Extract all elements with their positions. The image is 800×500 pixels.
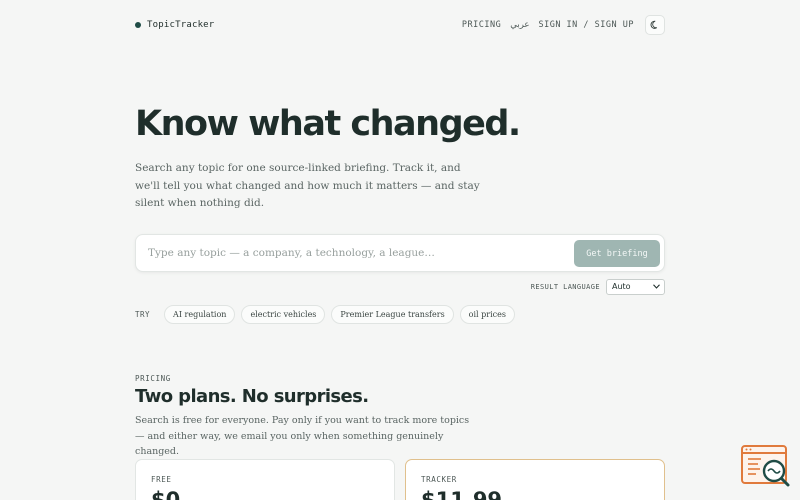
try-suggestions: TRY AI regulation electric vehicles Prem…	[135, 304, 515, 324]
pricing-title: Two plans. No surprises.	[135, 386, 369, 407]
brand-name[interactable]: TopicTracker	[147, 20, 214, 30]
plan-name: FREE	[151, 475, 172, 484]
nav-links: PRICING عربي SIGN IN / SIGN UP	[462, 15, 665, 35]
sign-in-link[interactable]: SIGN IN	[538, 20, 577, 30]
result-language-value: Auto	[612, 282, 631, 291]
auth-separator: /	[583, 20, 590, 30]
document-search-icon	[741, 445, 790, 487]
brand[interactable]: TopicTracker	[135, 20, 214, 30]
result-language-row: RESULT LANGUAGE Auto	[500, 278, 665, 295]
hero-subtitle: Search any topic for one source-linked b…	[135, 162, 480, 209]
sign-up-link[interactable]: SIGN UP	[595, 20, 634, 30]
top-nav: TopicTracker PRICING عربي SIGN IN / SIGN…	[135, 14, 665, 36]
theme-toggle-button[interactable]	[645, 15, 665, 35]
plan-name: TRACKER	[421, 475, 457, 484]
hero-title: Know what changed.	[135, 104, 521, 144]
nav-arabic-link[interactable]: عربي	[510, 20, 529, 30]
brand-dot-icon	[135, 22, 141, 28]
result-language-label: RESULT LANGUAGE	[530, 282, 600, 291]
suggestion-chip[interactable]: Premier League transfers	[331, 304, 454, 324]
nav-pricing-link[interactable]: PRICING	[462, 20, 501, 30]
get-briefing-button[interactable]: Get briefing	[574, 240, 660, 267]
chevron-down-icon	[653, 284, 660, 289]
moon-icon	[650, 20, 658, 29]
suggestion-chip[interactable]: oil prices	[459, 304, 515, 324]
nav-auth: SIGN IN / SIGN UP	[538, 20, 634, 30]
suggestion-chip[interactable]: electric vehicles	[241, 304, 326, 324]
suggestion-chip[interactable]: AI regulation	[164, 304, 236, 324]
search-box: Get briefing	[135, 234, 665, 272]
plan-card-tracker[interactable]: TRACKER $11.99	[405, 459, 665, 500]
pricing-eyebrow: PRICING	[135, 374, 171, 383]
plan-price: $0	[151, 488, 181, 500]
floating-search-widget[interactable]	[741, 444, 791, 490]
pricing-subtitle: Search is free for everyone. Pay only if…	[135, 415, 470, 457]
plan-price: $11.99	[421, 488, 503, 500]
result-language-select[interactable]: Auto	[606, 278, 665, 295]
topic-search-input[interactable]	[148, 235, 568, 271]
plan-card-free[interactable]: FREE $0	[135, 459, 395, 500]
try-label: TRY	[135, 309, 151, 319]
